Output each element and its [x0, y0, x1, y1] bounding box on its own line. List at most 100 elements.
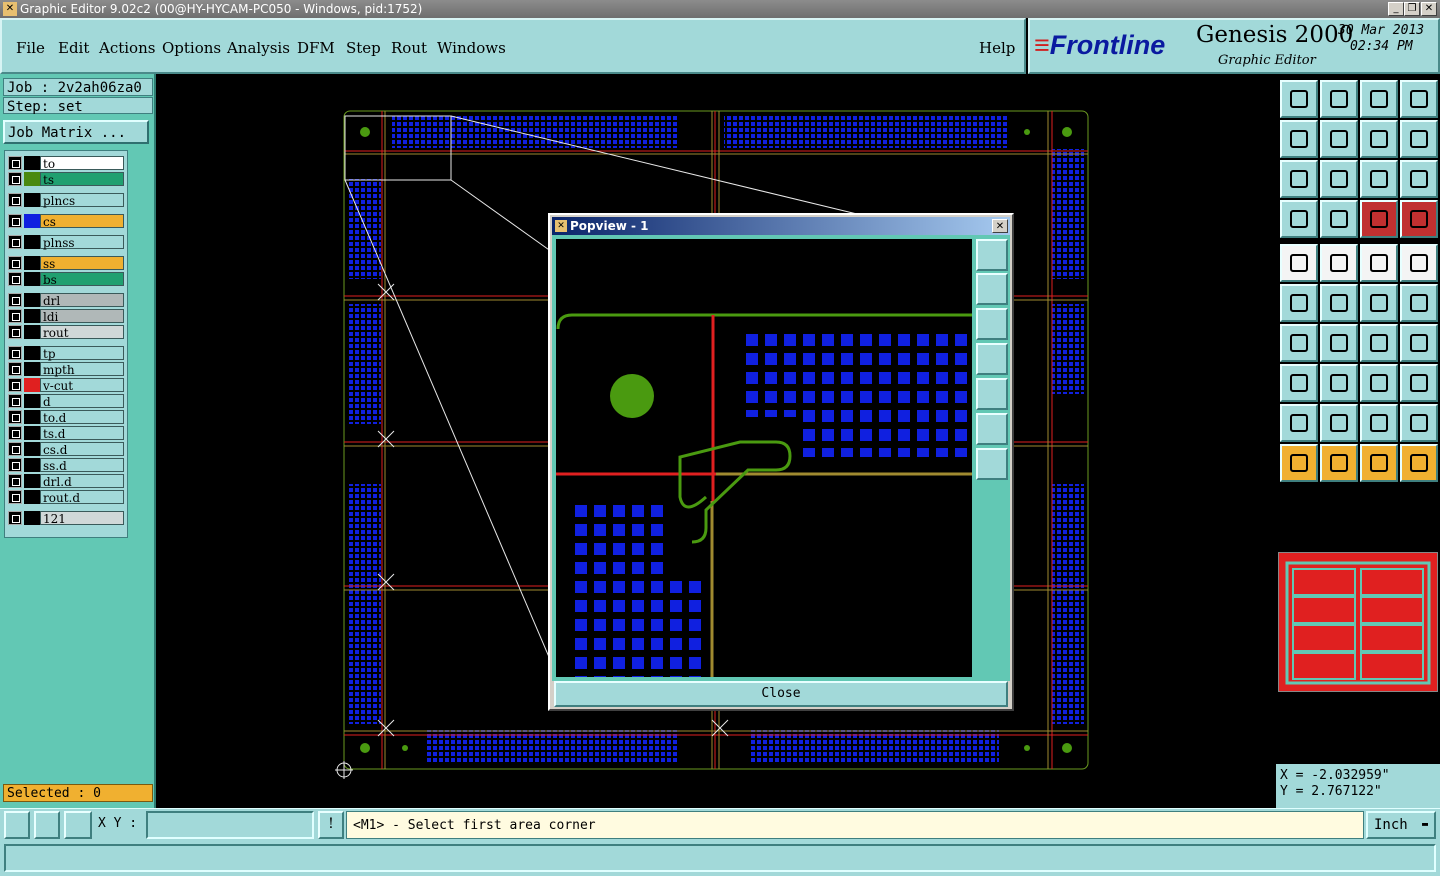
- rotate-button[interactable]: [1400, 120, 1438, 158]
- layer-checkbox[interactable]: [8, 272, 22, 286]
- add-line-button[interactable]: [1320, 244, 1358, 282]
- group-button[interactable]: [1400, 364, 1438, 402]
- layer-name[interactable]: d: [40, 394, 124, 409]
- layer-name[interactable]: mpth: [40, 362, 124, 377]
- triangle-d-button[interactable]: [1400, 404, 1438, 442]
- popview-close-button[interactable]: Close: [554, 681, 1008, 707]
- draw-line-button[interactable]: [1320, 324, 1358, 362]
- popview-zoom-fit-button[interactable]: [976, 239, 1008, 271]
- layer-row-ldi[interactable]: ldi: [8, 309, 124, 324]
- layer-checkbox[interactable]: [8, 309, 22, 323]
- tool-settings-button[interactable]: [1280, 200, 1318, 238]
- layer-name[interactable]: v-cut: [40, 378, 124, 393]
- cut-line-button[interactable]: [1320, 364, 1358, 402]
- triangle-a-button[interactable]: [1280, 404, 1318, 442]
- menu-options[interactable]: Options: [162, 39, 221, 57]
- layer-name[interactable]: cs: [40, 214, 124, 229]
- add-pad-button[interactable]: [1280, 244, 1318, 282]
- layer-row-to.d[interactable]: to.d: [8, 410, 124, 425]
- close-window-button[interactable]: ✕: [1421, 2, 1437, 16]
- layer-row-drl[interactable]: drl: [8, 293, 124, 308]
- layer-checkbox[interactable]: [8, 325, 22, 339]
- layer-name[interactable]: ss: [40, 256, 124, 271]
- popview-close-icon[interactable]: ✕: [992, 219, 1008, 233]
- grid-mode-button[interactable]: [64, 811, 92, 839]
- popview-pan-down-button[interactable]: [976, 308, 1008, 340]
- layer-color-swatch[interactable]: [24, 378, 40, 392]
- delete-button[interactable]: [1320, 284, 1358, 322]
- layer-color-swatch[interactable]: [24, 293, 40, 307]
- layer-row-ss.d[interactable]: ss.d: [8, 458, 124, 473]
- popview-pan-up-button[interactable]: [976, 273, 1008, 305]
- job-matrix-button[interactable]: Job Matrix ...: [3, 120, 149, 144]
- layer-row-bs[interactable]: bs: [8, 272, 124, 287]
- layer-color-swatch[interactable]: [24, 490, 40, 504]
- split-view-button[interactable]: [1400, 80, 1438, 118]
- minimize-button[interactable]: _: [1388, 2, 1404, 16]
- layer-checkbox[interactable]: [8, 256, 22, 270]
- menu-help[interactable]: Help: [979, 39, 1015, 57]
- layer-row-plncs[interactable]: plncs: [8, 193, 124, 208]
- layer-checkbox[interactable]: [8, 410, 22, 424]
- menu-rout[interactable]: Rout: [391, 39, 427, 57]
- menu-analysis[interactable]: Analysis: [227, 39, 290, 57]
- select-net-button[interactable]: [1360, 444, 1398, 482]
- layer-color-swatch[interactable]: [24, 272, 40, 286]
- layer-row-v-cut[interactable]: v-cut: [8, 378, 124, 393]
- layer-color-swatch[interactable]: [24, 394, 40, 408]
- measure-mode-button[interactable]: [34, 811, 60, 839]
- menu-file[interactable]: File: [16, 39, 45, 57]
- menu-edit[interactable]: Edit: [58, 39, 89, 57]
- popview-zoom-in-button[interactable]: [976, 413, 1008, 445]
- layer-name[interactable]: 121: [40, 511, 124, 526]
- netlist-a-button[interactable]: [1360, 200, 1398, 238]
- resize-button[interactable]: [1360, 364, 1398, 402]
- layer-color-swatch[interactable]: [24, 458, 40, 472]
- layer-name[interactable]: drl.d: [40, 474, 124, 489]
- layer-color-swatch[interactable]: [24, 325, 40, 339]
- help-button[interactable]: [1400, 160, 1438, 198]
- maximize-button[interactable]: ❐: [1404, 2, 1420, 16]
- popview-canvas[interactable]: [556, 239, 972, 677]
- layer-checkbox[interactable]: [8, 214, 22, 228]
- layer-name[interactable]: to.d: [40, 410, 124, 425]
- layer-name[interactable]: plncs: [40, 193, 124, 208]
- layer-checkbox[interactable]: [8, 346, 22, 360]
- select-route-button[interactable]: [1400, 444, 1438, 482]
- layer-color-swatch[interactable]: [24, 309, 40, 323]
- layer-row-plnss[interactable]: plnss: [8, 235, 124, 250]
- draw-angle-button[interactable]: [1280, 324, 1318, 362]
- menu-dfm[interactable]: DFM: [297, 39, 335, 57]
- layer-color-swatch[interactable]: [24, 172, 40, 186]
- ruler-button[interactable]: [1360, 244, 1398, 282]
- grid-button[interactable]: [1320, 200, 1358, 238]
- layer-checkbox[interactable]: [8, 490, 22, 504]
- layer-name[interactable]: plnss: [40, 235, 124, 250]
- layer-color-swatch[interactable]: [24, 256, 40, 270]
- layer-color-swatch[interactable]: [24, 474, 40, 488]
- popview-pan-left-button[interactable]: [976, 343, 1008, 375]
- shape-button[interactable]: [1280, 364, 1318, 402]
- layer-color-swatch[interactable]: [24, 362, 40, 376]
- copy-button[interactable]: [1400, 284, 1438, 322]
- layer-name[interactable]: rout: [40, 325, 124, 340]
- layer-row-d[interactable]: d: [8, 394, 124, 409]
- layer-row-rout[interactable]: rout: [8, 325, 124, 340]
- triangle-c-button[interactable]: [1360, 404, 1398, 442]
- next-step-button[interactable]: [1320, 120, 1358, 158]
- popview-title-bar[interactable]: ✕ Popview - 1 ✕: [552, 217, 1010, 235]
- move-button[interactable]: [1360, 284, 1398, 322]
- text-button[interactable]: [1400, 324, 1438, 362]
- save-button[interactable]: [1320, 80, 1358, 118]
- layer-name[interactable]: drl: [40, 293, 124, 308]
- open-step-button[interactable]: [1280, 80, 1318, 118]
- layer-checkbox[interactable]: [8, 172, 22, 186]
- layer-color-swatch[interactable]: [24, 442, 40, 456]
- layer-checkbox[interactable]: [8, 235, 22, 249]
- menu-step[interactable]: Step: [346, 39, 381, 57]
- layer-checkbox[interactable]: [8, 442, 22, 456]
- layer-name[interactable]: bs: [40, 272, 124, 287]
- add-circle-button[interactable]: [1400, 244, 1438, 282]
- layer-row-rout.d[interactable]: rout.d: [8, 490, 124, 505]
- layer-row-cs.d[interactable]: cs.d: [8, 442, 124, 457]
